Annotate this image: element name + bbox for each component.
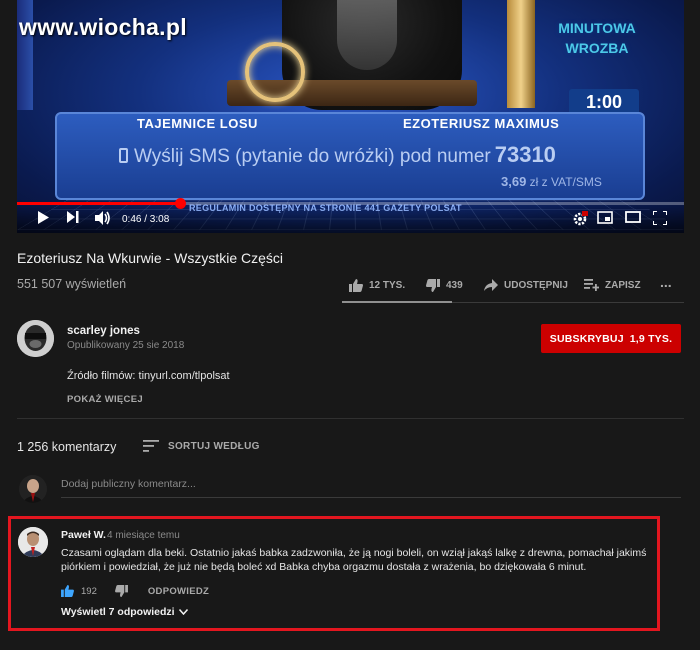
subscriber-count: 1,9 TYS. — [629, 332, 673, 345]
share-button[interactable]: UDOSTĘPNIJ — [484, 279, 568, 291]
thumb-down-icon — [114, 585, 128, 597]
show-more-button[interactable]: POKAŻ WIĘCEJ — [67, 394, 143, 405]
sort-button[interactable]: SORTUJ WEDŁUG — [143, 440, 260, 452]
video-description: Źródło filmów: tinyurl.com/tlpolsat — [67, 370, 230, 382]
comment-text: Czasami oglądam dla beki. Ostatnio jakaś… — [61, 547, 647, 573]
thumb-down-icon — [426, 279, 440, 292]
miniplayer-icon[interactable] — [597, 211, 613, 227]
panel-right-title: EZOTERIUSZ MAXIMUS — [403, 116, 560, 131]
time-display: 0:46 / 3:08 — [122, 214, 170, 225]
subscribe-label: SUBSKRYBUJ — [549, 332, 624, 345]
settings-icon[interactable] — [572, 211, 589, 230]
thumb-up-icon — [61, 585, 74, 597]
next-icon[interactable] — [67, 211, 79, 226]
minutowa-wrozba-sign: MINUTOWA WROZBA — [542, 18, 652, 58]
comment-author-avatar[interactable] — [18, 527, 48, 557]
sms-line: Wyślij SMS (pytanie do wróżki) pod numer… — [119, 142, 556, 168]
player-controls: 0:46 / 3:08 — [17, 206, 684, 233]
video-presenter-beard — [337, 0, 397, 70]
like-count: 12 TYS. — [369, 280, 406, 291]
more-icon: ... — [660, 274, 672, 290]
minutowa-line2: WROZBA — [565, 40, 629, 56]
sms-price: 3,69 zł z VAT/SMS — [501, 174, 602, 189]
channel-avatar[interactable] — [17, 320, 54, 357]
add-comment-underline — [61, 497, 681, 498]
price-value: 3,69 — [501, 174, 527, 189]
view-replies-button[interactable]: Wyświetl 7 odpowiedzi — [61, 606, 188, 618]
add-comment-input[interactable]: Dodaj publiczny komentarz... — [61, 478, 196, 490]
like-ratio-bar — [342, 301, 452, 303]
video-actions: 12 TYS. 439 UDOSTĘPNIJ ZAPISZ ... — [0, 274, 700, 295]
progress-fill — [17, 202, 181, 205]
publish-date: Opublikowany 25 sie 2018 — [67, 340, 185, 351]
comment-dislike-button[interactable] — [114, 585, 128, 597]
comment-author[interactable]: Paweł W. — [61, 529, 106, 541]
comment-like-count: 192 — [81, 585, 97, 597]
video-gold-pillar — [507, 0, 535, 108]
sms-text: Wyślij SMS (pytanie do wróżki) pod numer — [134, 146, 491, 167]
subscribe-button[interactable]: SUBSKRYBUJ 1,9 TYS. — [541, 324, 681, 353]
save-button[interactable]: ZAPISZ — [584, 279, 641, 291]
dislike-count: 439 — [446, 280, 463, 291]
dislike-button[interactable]: 439 — [426, 279, 463, 292]
fullscreen-icon[interactable] — [652, 210, 668, 228]
reply-button[interactable]: ODPOWIEDZ — [148, 586, 209, 597]
theater-icon[interactable] — [625, 211, 641, 226]
panel-left-title: TAJEMNICE LOSU — [137, 116, 258, 131]
sms-panel: TAJEMNICE LOSU EZOTERIUSZ MAXIMUS Wyślij… — [55, 112, 645, 200]
sms-number: 73310 — [494, 142, 556, 167]
view-replies-label: Wyświetl 7 odpowiedzi — [61, 606, 175, 618]
comments-count: 1 256 komentarzy — [17, 440, 117, 454]
site-watermark: www.wiocha.pl — [19, 14, 187, 40]
user-avatar — [19, 475, 47, 503]
video-crystal-ring — [245, 42, 305, 102]
playlist-add-icon — [584, 279, 599, 291]
price-unit: zł z VAT/SMS — [529, 175, 602, 189]
sort-label: SORTUJ WEDŁUG — [168, 440, 260, 452]
comment-like-button[interactable]: 192 — [61, 585, 97, 597]
phone-icon — [119, 148, 128, 163]
like-button[interactable]: 12 TYS. — [349, 279, 405, 292]
video-title: Ezoteriusz Na Wkurwie - Wszystkie Części — [17, 250, 284, 266]
save-label: ZAPISZ — [605, 279, 641, 291]
sort-icon — [143, 440, 159, 452]
share-label: UDOSTĘPNIJ — [504, 279, 568, 291]
progress-bar[interactable] — [17, 198, 684, 209]
video-player[interactable]: MINUTOWA WROZBA 1:00 TAJEMNICE LOSU EZOT… — [17, 0, 684, 233]
chevron-down-icon — [178, 609, 188, 615]
description-divider — [17, 418, 684, 419]
thumb-up-icon — [349, 279, 363, 292]
play-icon[interactable] — [38, 211, 49, 227]
comment-actions: 192 ODPOWIEDZ — [61, 585, 209, 597]
more-actions-button[interactable]: ... — [660, 274, 672, 290]
comment-time[interactable]: 4 miesiące temu — [107, 530, 180, 541]
minutowa-line1: MINUTOWA — [558, 20, 636, 36]
share-icon — [484, 279, 498, 291]
volume-icon[interactable] — [95, 211, 111, 228]
channel-name[interactable]: scarley jones — [67, 325, 140, 337]
